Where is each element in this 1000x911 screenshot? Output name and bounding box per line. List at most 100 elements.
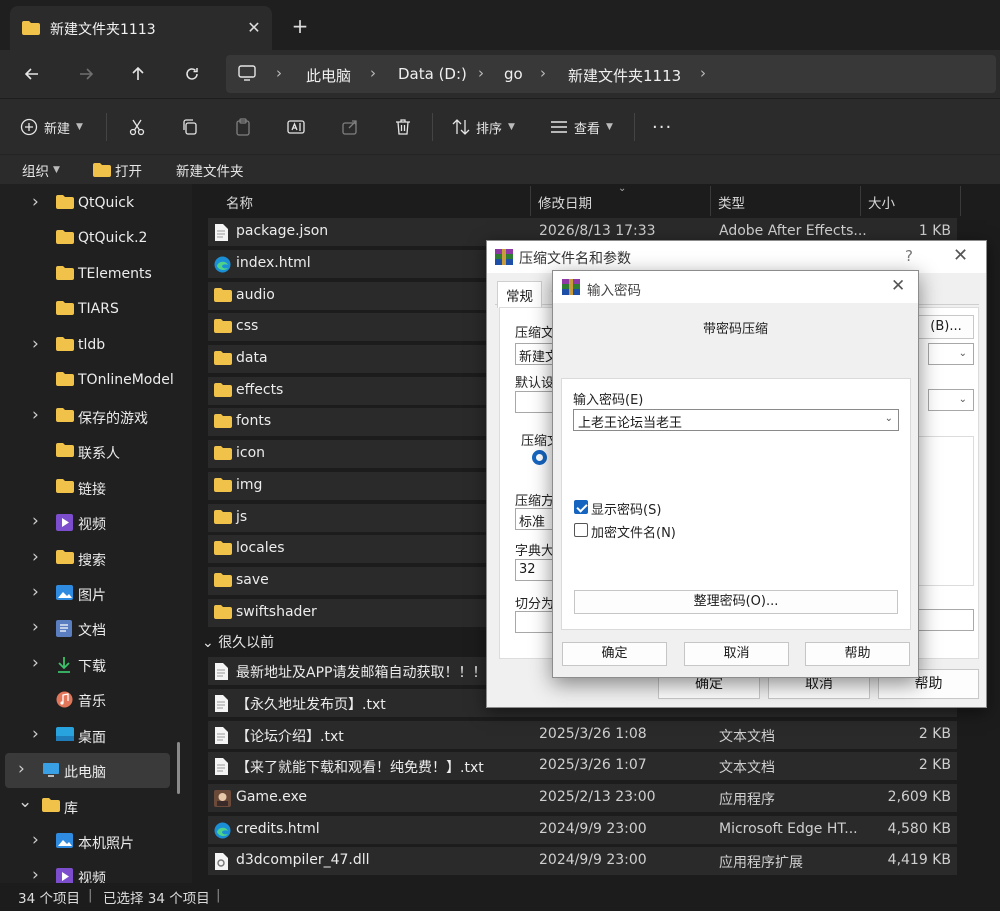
column-header-name[interactable]: 名称 (226, 192, 253, 212)
sidebar-item[interactable]: › 桌面 (0, 718, 190, 753)
breadcrumb-this-pc[interactable]: 此电脑 (306, 65, 351, 86)
column-divider[interactable] (710, 186, 711, 216)
chevron-right-icon[interactable]: › (32, 653, 39, 673)
cut-button[interactable] (128, 115, 146, 139)
password-help-button[interactable]: 帮助 (805, 642, 910, 666)
column-header-date[interactable]: 修改日期 (538, 192, 592, 212)
file-type: 文本文档 (719, 760, 775, 776)
view-button[interactable]: 查看 ▼ (550, 115, 613, 139)
share-button[interactable] (341, 115, 359, 139)
sidebar-item[interactable]: › 此电脑 (5, 753, 170, 788)
sidebar-item[interactable]: › tldb (0, 328, 190, 363)
chevron-right-icon[interactable]: › (32, 582, 39, 602)
file-row[interactable]: 【论坛介绍】.txt 2025/3/26 1:08 文本文档 2 KB (208, 721, 957, 749)
close-icon[interactable]: ✕ (953, 245, 968, 266)
file-row[interactable]: 【来了就能下载和观看！纯免费！】.txt 2025/3/26 1:07 文本文档 2 … (208, 752, 957, 780)
close-icon[interactable]: ✕ (891, 276, 905, 296)
chevron-right-icon[interactable]: › (32, 724, 39, 744)
organize-button[interactable]: 组织 ▼ (22, 160, 60, 180)
sidebar-item[interactable]: 联系人 (0, 434, 190, 469)
sidebar-item[interactable]: › 下载 (0, 647, 190, 682)
file-row[interactable]: credits.html 2024/9/9 23:00 Microsoft Edge… (208, 816, 957, 844)
browse-button[interactable]: (B)... (918, 315, 974, 339)
file-row[interactable]: d3dcompiler_47.dll 2024/9/9 23:00 应用程序扩展 4,… (208, 847, 957, 875)
dialog-titlebar[interactable]: 输入密码 ✕ (553, 271, 918, 303)
tab-general[interactable]: 常规 (497, 281, 542, 308)
breadcrumb-drive[interactable]: Data (D:) (398, 65, 467, 83)
chevron-right-icon[interactable]: › (32, 405, 39, 425)
sidebar-item[interactable]: TElements (0, 257, 190, 292)
sidebar-item[interactable]: 链接 (0, 470, 190, 505)
forward-button[interactable] (72, 60, 100, 88)
group-header[interactable]: ⌄ 很久以前 (202, 632, 274, 652)
archive-name-dropdown[interactable]: ⌄ (928, 343, 974, 365)
sidebar-item[interactable]: QtQuick.2 (0, 221, 190, 256)
password-ok-button[interactable]: 确定 (562, 642, 667, 666)
back-button[interactable] (18, 60, 46, 88)
sidebar-item[interactable]: ⌄ 库 (0, 789, 190, 824)
sidebar-item[interactable]: › 本机照片 (0, 824, 190, 859)
format-radio[interactable] (532, 450, 547, 465)
breadcrumb-current[interactable]: 新建文件夹1113 (568, 65, 681, 86)
password-input[interactable]: 上老王论坛当老王 ⌄ (573, 409, 899, 431)
chevron-down-icon[interactable]: ⌄ (885, 413, 893, 424)
column-divider[interactable] (530, 186, 531, 216)
chevron-right-icon[interactable]: › (18, 759, 25, 779)
address-bar[interactable]: › 此电脑 › Data (D:) › go › 新建文件夹1113 › (226, 55, 996, 93)
file-icon (214, 727, 228, 748)
chevron-right-icon[interactable]: › (32, 865, 39, 883)
new-folder-button[interactable]: 新建文件夹 (176, 160, 244, 180)
new-tab-button[interactable]: + (288, 14, 312, 38)
chevron-right-icon[interactable]: › (32, 617, 39, 637)
more-options-button[interactable]: ··· (652, 115, 672, 139)
breadcrumb-go[interactable]: go (504, 65, 523, 83)
dialog-titlebar[interactable]: 压缩文件名和参数 ? ✕ (487, 241, 986, 273)
chevron-right-icon[interactable]: › (32, 511, 39, 531)
sidebar-item[interactable]: › 文档 (0, 611, 190, 646)
sort-button[interactable]: 排序 ▼ (452, 115, 515, 139)
sidebar-item[interactable]: › 视频 (0, 505, 190, 540)
tab-close-button[interactable]: ✕ (242, 16, 266, 40)
chevron-right-icon[interactable]: › (32, 547, 39, 567)
column-header-type[interactable]: 类型 (718, 192, 745, 212)
encrypt-filenames-label[interactable]: 加密文件名(N) (591, 522, 676, 541)
sidebar-item[interactable]: 音乐 (0, 682, 190, 717)
column-header-size[interactable]: 大小 (868, 192, 895, 212)
chevron-right-icon[interactable]: › (32, 192, 39, 212)
copy-button[interactable] (181, 115, 199, 139)
sidebar-item[interactable]: › 图片 (0, 576, 190, 611)
sidebar-item[interactable]: › QtQuick (0, 186, 190, 221)
split-unit-field[interactable] (918, 609, 974, 631)
organize-passwords-button[interactable]: 整理密码(O)... (574, 590, 898, 614)
chevron-right-icon[interactable]: › (32, 334, 39, 354)
navigation-pane[interactable]: › QtQuick QtQuick.2 TElements TIARS › tldb TOnl… (0, 184, 192, 883)
sidebar-item[interactable]: › 搜索 (0, 541, 190, 576)
rename-button[interactable] (287, 115, 305, 139)
tab-current-folder[interactable]: 新建文件夹1113 ✕ (10, 6, 272, 50)
column-divider[interactable] (960, 186, 961, 216)
sidebar-item[interactable]: TIARS (0, 292, 190, 327)
sidebar-scrollbar[interactable] (177, 742, 180, 794)
refresh-button[interactable] (178, 60, 206, 88)
column-divider[interactable] (860, 186, 861, 216)
chevron-down-icon[interactable]: ⌄ (18, 792, 32, 812)
delete-button[interactable] (394, 115, 412, 139)
sidebar-item[interactable]: › 保存的游戏 (0, 399, 190, 434)
file-row[interactable]: Game.exe 2025/2/13 23:00 应用程序 2,609 KB (208, 784, 957, 812)
profile-dropdown[interactable]: ⌄ (928, 389, 974, 411)
sidebar-item[interactable]: › 视频 (0, 859, 190, 883)
organize-label: 组织 (22, 164, 49, 180)
open-button[interactable]: 打开 (93, 160, 142, 180)
new-button[interactable]: 新建 ▼ (20, 115, 83, 139)
show-password-checkbox[interactable] (574, 500, 588, 514)
up-button[interactable] (124, 60, 152, 88)
chevron-right-icon[interactable]: › (32, 830, 39, 850)
help-icon[interactable]: ? (905, 247, 913, 265)
video-icon (56, 868, 73, 883)
encrypt-filenames-checkbox[interactable] (574, 523, 588, 537)
sidebar-item[interactable]: TOnlineModel (0, 363, 190, 398)
paste-button[interactable] (234, 115, 252, 139)
show-password-label[interactable]: 显示密码(S) (591, 499, 661, 518)
status-divider: | (88, 887, 93, 903)
password-cancel-button[interactable]: 取消 (684, 642, 789, 666)
